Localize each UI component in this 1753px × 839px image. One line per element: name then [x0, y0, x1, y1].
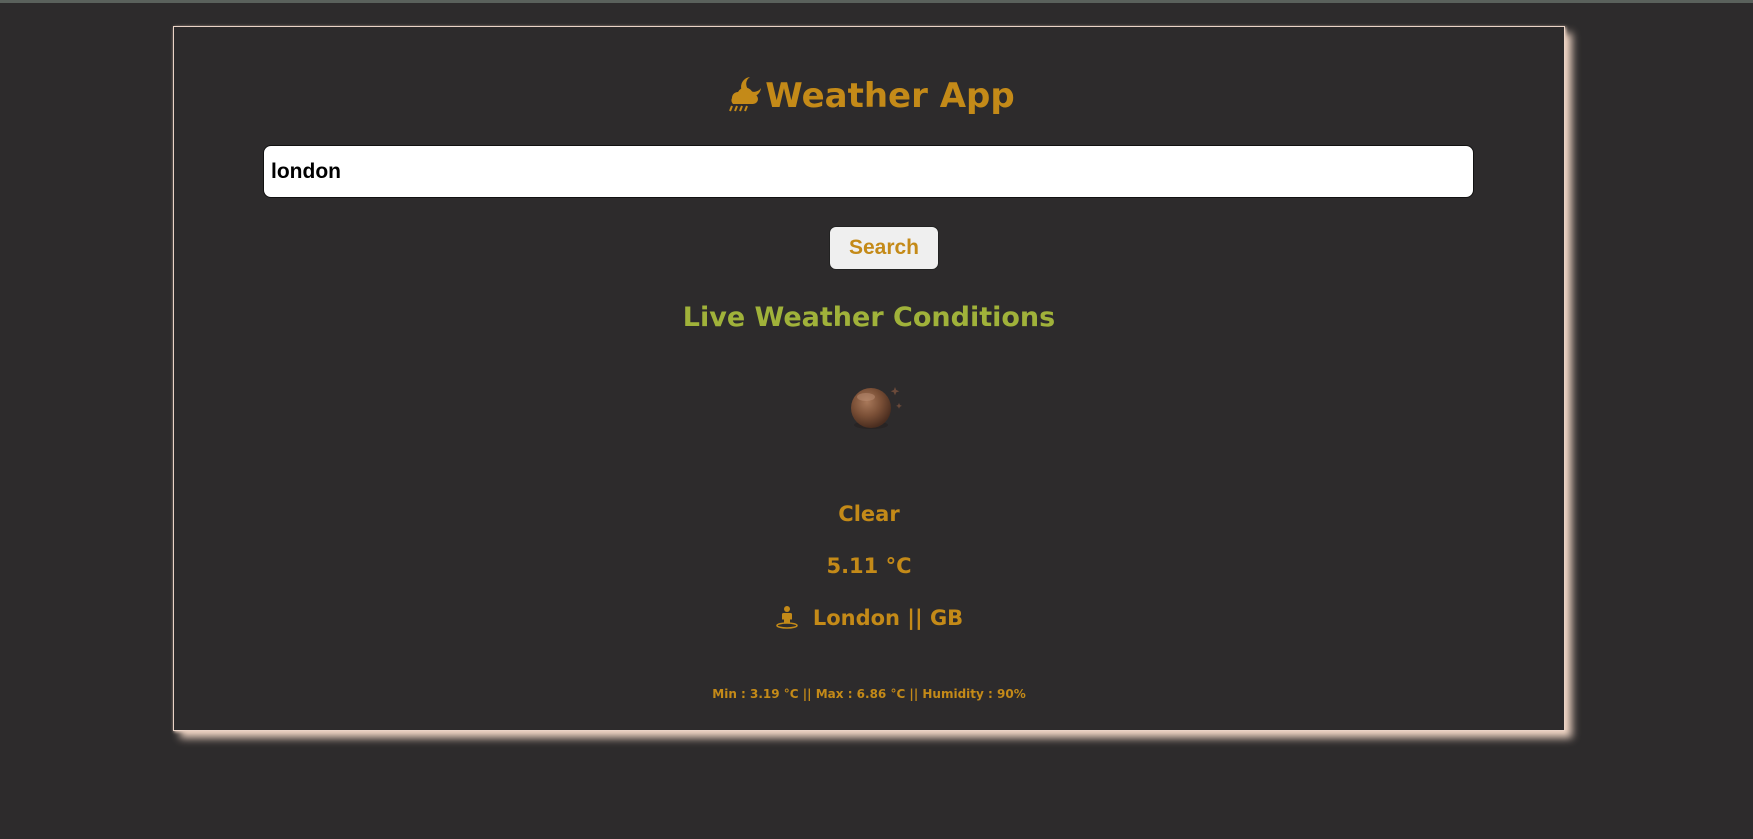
- app-title-text: Weather App: [765, 76, 1015, 116]
- clear-night-moon-icon: [851, 387, 902, 429]
- cloud-moon-rain-icon: [729, 77, 762, 112]
- browser-top-strip: [0, 0, 1753, 3]
- weather-details: Min : 3.19 °C || Max : 6.86 °C || Humidi…: [712, 687, 1026, 701]
- location-text: London || GB: [812, 606, 964, 630]
- app-title: Weather App: [174, 73, 1564, 116]
- search-button[interactable]: Search: [829, 226, 939, 270]
- city-search-input[interactable]: [263, 145, 1474, 198]
- live-weather-heading: Live Weather Conditions: [682, 302, 1056, 333]
- weather-card: Weather App Search Live Weather Conditio…: [173, 26, 1565, 731]
- street-view-icon: [776, 606, 798, 629]
- location-line: London || GB: [174, 603, 1564, 633]
- weather-condition: Clear: [838, 502, 900, 526]
- temperature-value: 5.11 °C: [826, 554, 912, 578]
